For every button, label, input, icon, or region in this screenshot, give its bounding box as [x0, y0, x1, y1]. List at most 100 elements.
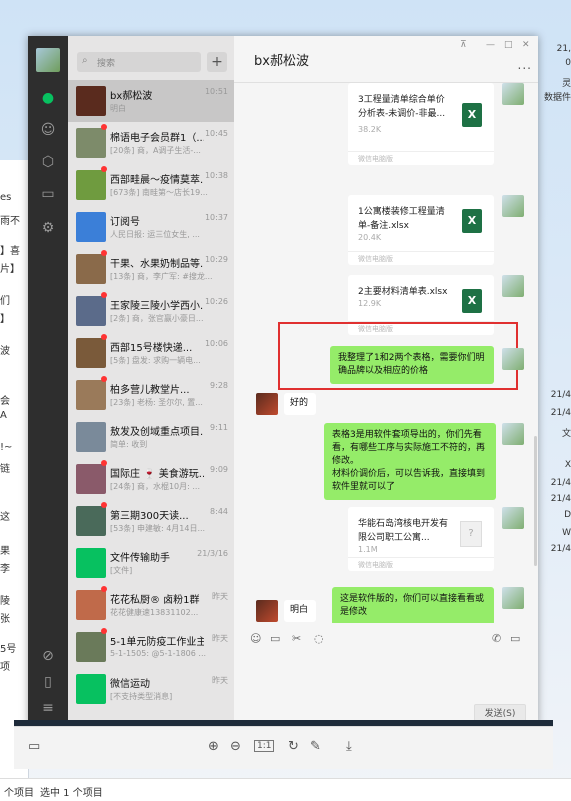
add-button[interactable]: + — [207, 52, 227, 72]
conversation-item[interactable]: 棉语电子会员群1（... 10:45 [20条] 商，A调子生活-... — [68, 122, 234, 164]
bg-text: 0 — [565, 58, 571, 68]
rotate-icon[interactable]: ↻ — [288, 739, 299, 754]
conversation-preview: [不支持类型消息] — [110, 692, 173, 701]
unread-badge — [101, 334, 107, 340]
my-avatar — [502, 348, 524, 370]
more-icon[interactable]: ... — [518, 58, 532, 72]
message-area: 3工程量清单综合单价分析表-未调价-非最... 38.2K X 微信电脑版 1公… — [234, 83, 538, 623]
bg-text: 21/4 — [550, 390, 571, 400]
conversation-time: 9:09 — [210, 465, 228, 474]
conversation-time: 10:38 — [204, 171, 228, 180]
file-message[interactable]: 3工程量清单综合单价分析表-未调价-非最... 38.2K X 微信电脑版 — [348, 83, 494, 165]
item-count: 个项目 — [4, 788, 34, 799]
conversation-time: 9:11 — [210, 423, 228, 432]
conversation-item[interactable]: bx郝松波 10:51 明白 — [68, 80, 234, 122]
avatar — [76, 506, 106, 536]
bg-text: 会 — [0, 396, 10, 407]
phone-icon[interactable]: ▯ — [40, 674, 56, 690]
conversation-time: 10:45 — [204, 129, 228, 138]
message-bubble[interactable]: 明白 — [284, 600, 316, 622]
conversation-time: 21/3/16 — [197, 549, 228, 558]
maximize-icon[interactable]: □ — [504, 40, 513, 50]
conversation-name: 柏多营儿教堂片... — [110, 385, 190, 396]
zoom-in-icon[interactable]: ⊕ — [208, 739, 219, 754]
file-size: 20.4K — [358, 233, 382, 242]
bg-text: W — [562, 528, 571, 538]
bg-text: 波 — [0, 346, 10, 357]
conversation-item[interactable]: 文件传输助手 21/3/16 [文件] — [68, 542, 234, 584]
video-icon[interactable]: ▭ — [510, 632, 520, 645]
conversation-item[interactable]: 订阅号 10:37 人民日报: 运三位女生, ... — [68, 206, 234, 248]
message-bubble[interactable]: 这是软件版的，你们可以直接看看或是修改 — [332, 587, 494, 623]
slideshow-icon[interactable]: ▭ — [28, 739, 40, 754]
folder-icon[interactable]: ▭ — [270, 632, 280, 645]
conversation-item[interactable]: 王家陵三陵小学西小... 10:26 [2条] 商，张官赢小豪日... — [68, 290, 234, 332]
files-icon[interactable]: ▭ — [40, 186, 56, 202]
unread-badge — [101, 250, 107, 256]
conversation-time: 10:29 — [204, 255, 228, 264]
conversation-item[interactable]: 西部畦晨～疫情莫萃... 10:38 [673条] 南畦第～店长19... — [68, 164, 234, 206]
my-avatar — [502, 195, 524, 217]
conversation-preview: 明白 — [110, 104, 126, 113]
conversation-item[interactable]: 干果、水果奶制品等... 10:29 [13条] 商，李广军: #搜龙... — [68, 248, 234, 290]
search-input[interactable]: ⌕ 搜索 — [77, 52, 201, 72]
bg-text: 片】 — [0, 264, 20, 275]
conversation-item[interactable]: 5-1单元防疫工作业主群昨天 5-1-1505: @5-1-1806 ... — [68, 626, 234, 668]
download-icon[interactable]: ⤓ — [346, 739, 352, 754]
scrollbar[interactable] — [534, 436, 537, 566]
conversation-time: 昨天 — [212, 592, 228, 601]
sidebar-rail: ● ☺ ⬡ ▭ ⚙ ⊘ ▯ ≡ — [28, 36, 68, 726]
chat-bubble-icon[interactable]: ◌ — [314, 632, 324, 645]
file-source: 微信电脑版 — [348, 557, 494, 571]
conversation-item[interactable]: 西部15号楼快递... 10:06 [5条] 盘发: 求购一辆电... — [68, 332, 234, 374]
conversation-time: 9:28 — [210, 381, 228, 390]
conversation-item[interactable]: 敖发及创域重点项目... 9:11 简单: 收到 — [68, 416, 234, 458]
file-message[interactable]: 华能石岛湾核电开发有限公司职工公寓... 1.1M ? 微信电脑版 — [348, 507, 494, 571]
actual-size-icon[interactable]: 1:1 — [254, 740, 275, 752]
bg-text: 21/4 — [550, 478, 571, 488]
avatar-icon[interactable] — [36, 48, 60, 72]
conversation-item[interactable]: 微信运动 昨天 [不支持类型消息] — [68, 668, 234, 710]
miniprogram-icon[interactable]: ⊘ — [40, 648, 56, 664]
emoji-icon[interactable]: ☺ — [250, 632, 261, 645]
message-bubble[interactable]: 我整理了1和2两个表格，需要你们明确品牌以及相应的价格 — [330, 346, 494, 384]
file-source: 微信电脑版 — [348, 251, 494, 265]
conversation-preview: [文件] — [110, 566, 133, 575]
conversation-item[interactable]: 花花私厨® 卤粉1群 昨天 花花健康速13831102... — [68, 584, 234, 626]
bg-text: es — [0, 192, 12, 203]
chat-icon[interactable]: ● — [40, 90, 56, 106]
phone-icon[interactable]: ✆ — [492, 632, 501, 645]
file-message[interactable]: 1公寓楼装修工程量清单-备注.xlsx 20.4K X 微信电脑版 — [348, 195, 494, 265]
conversation-preview: [13条] 商，李广军: #搜龙... — [110, 272, 213, 281]
conversation-name: 文件传输助手 — [110, 553, 170, 564]
conversation-preview: 5-1-1505: @5-1-1806 ... — [110, 649, 207, 658]
conversation-time: 10:51 — [204, 87, 228, 96]
conversation-name: 国际庄 🍷 美食游玩... — [110, 469, 204, 480]
contacts-icon[interactable]: ☺ — [40, 122, 56, 138]
favorites-icon[interactable]: ⬡ — [40, 154, 56, 170]
close-icon[interactable]: ✕ — [522, 40, 530, 50]
conversation-item[interactable]: 第三期300天读... 8:44 [53条] 申建敏: 4月14日... — [68, 500, 234, 542]
message-bubble[interactable]: 表格3是用软件套项导出的，你们先看看，有哪些工序与实际施工不符的，再修改。 材料… — [324, 423, 496, 500]
my-avatar — [502, 83, 524, 105]
bg-text: 果 — [0, 546, 10, 557]
avatar — [76, 422, 106, 452]
settings-icon[interactable]: ⚙ — [40, 220, 56, 236]
bg-text: 李 — [0, 564, 10, 575]
conversation-time: 10:37 — [204, 213, 228, 222]
zoom-out-icon[interactable]: ⊖ — [230, 739, 241, 754]
minimize-icon[interactable]: — — [486, 40, 495, 50]
conversation-item[interactable]: 柏多营儿教堂片... 9:28 [23条] 老杨: 圣尔尔, 置... — [68, 374, 234, 416]
menu-icon[interactable]: ≡ — [40, 700, 56, 716]
bg-text: X — [564, 460, 571, 470]
edit-icon[interactable]: ✎ — [310, 739, 321, 754]
message-bubble[interactable]: 好的 — [284, 393, 316, 415]
conversation-name: 干果、水果奶制品等... — [110, 259, 204, 270]
conversation-name: 第三期300天读... — [110, 511, 189, 522]
conversation-item[interactable]: 国际庄 🍷 美食游玩... 9:09 [24条] 商，水棍10月: ... — [68, 458, 234, 500]
unread-badge — [101, 124, 107, 130]
bg-text: 】喜 — [0, 246, 20, 257]
chat-title: bx郝松波 — [254, 54, 309, 69]
pin-icon[interactable]: ⊼ — [460, 40, 467, 50]
scissors-icon[interactable]: ✂ — [292, 632, 301, 645]
